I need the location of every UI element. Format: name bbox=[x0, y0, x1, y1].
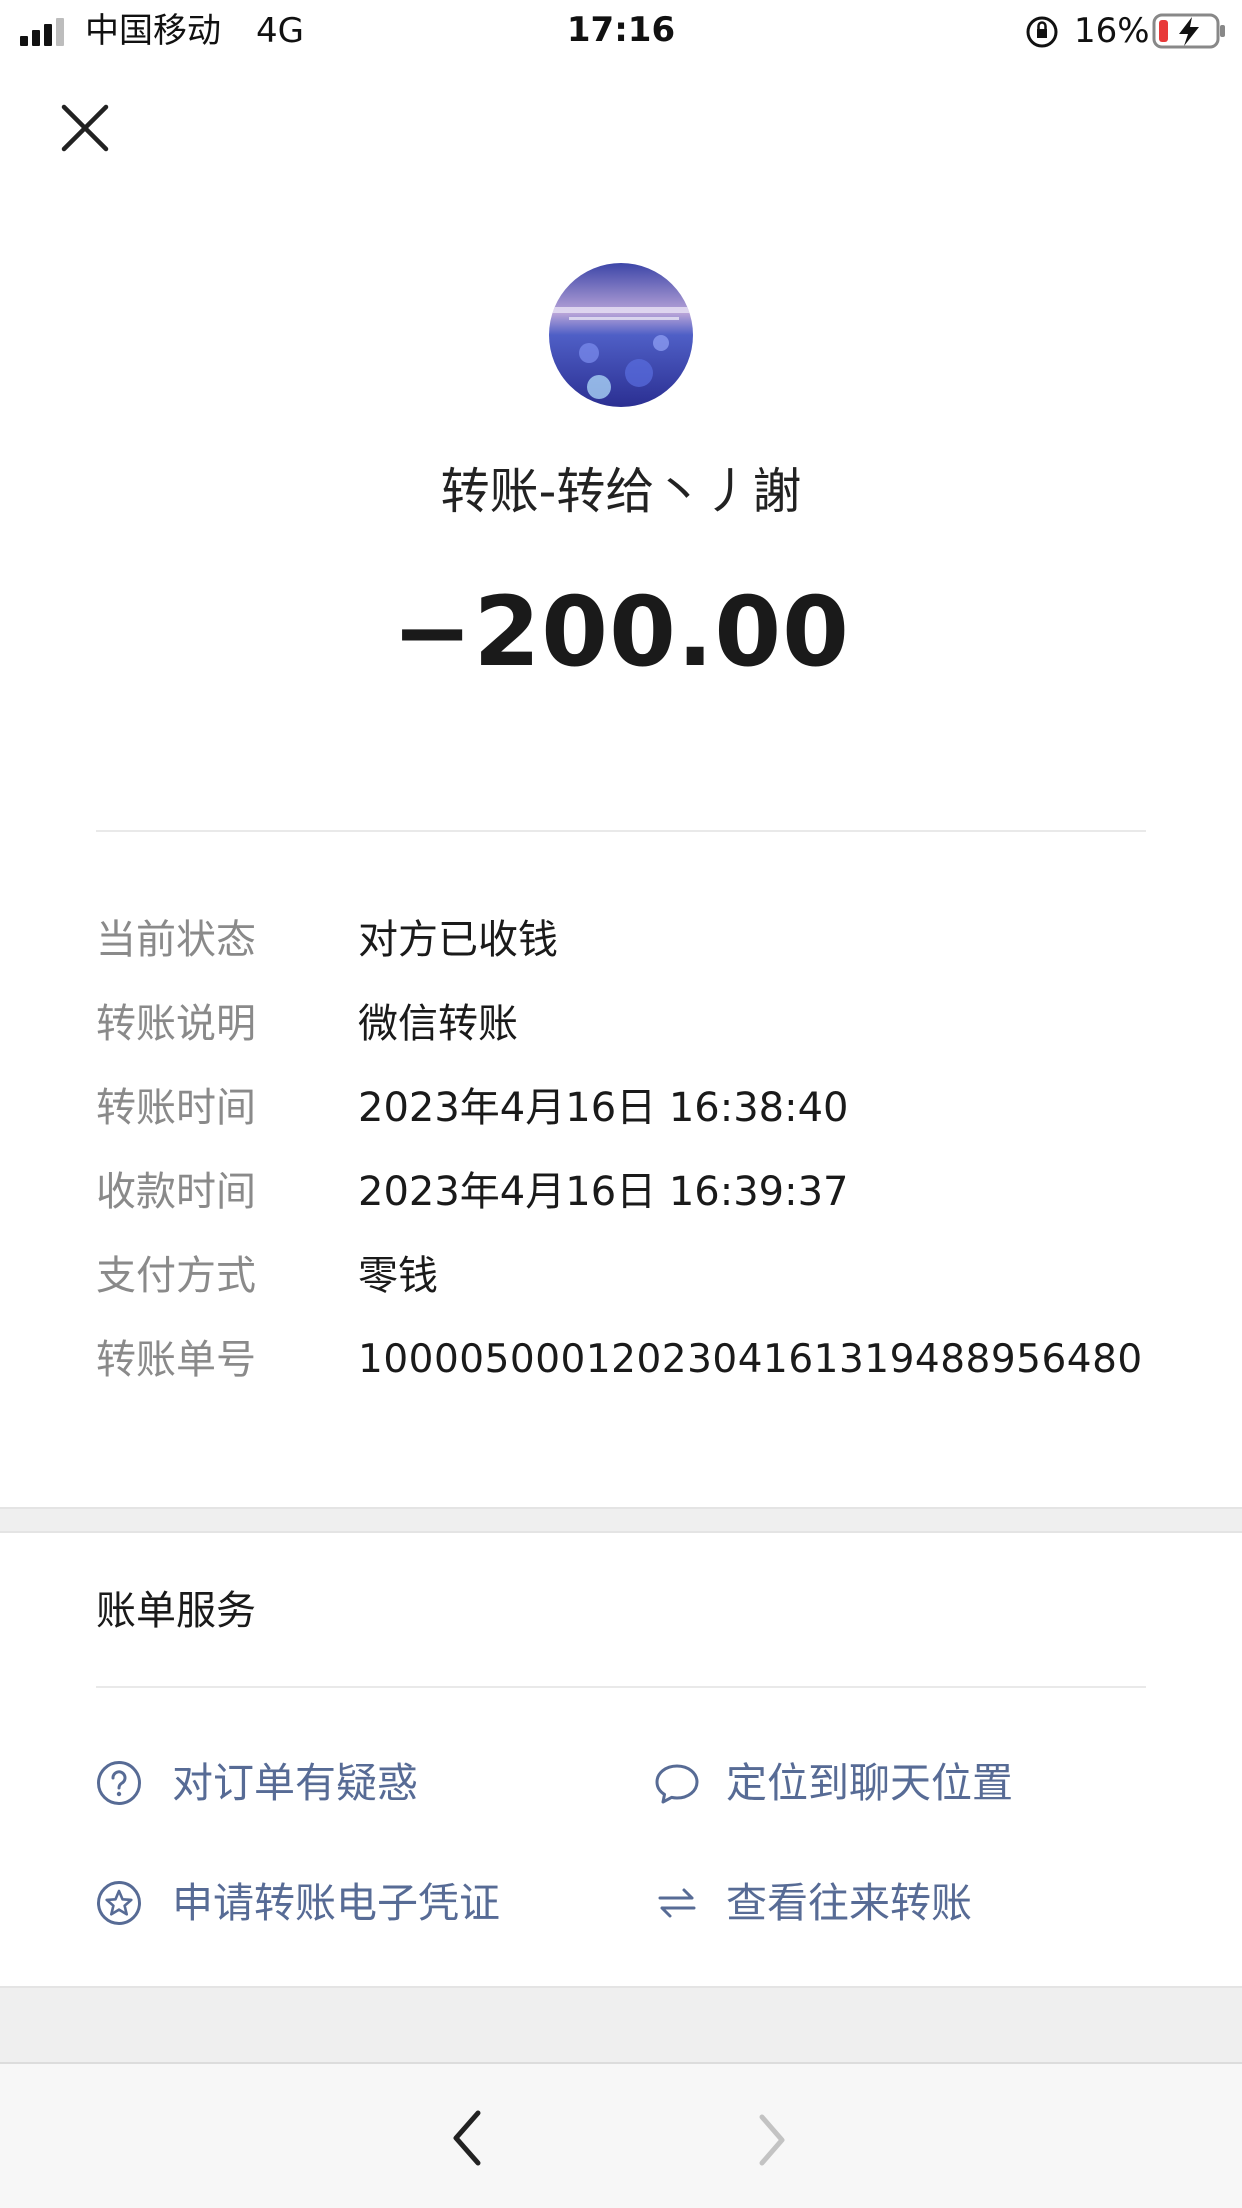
detail-value-order-number: 100005000120230416131948895648​0 bbox=[358, 1337, 1143, 1382]
avatar bbox=[549, 263, 693, 407]
service-label: 对订单有疑惑 bbox=[172, 1759, 418, 1807]
detail-value-status: 对方已收钱 bbox=[358, 917, 558, 963]
service-locate-chat[interactable]: 定位到聊天位置 bbox=[654, 1755, 1174, 1811]
service-request-voucher[interactable]: 申请转账电子凭证 bbox=[96, 1875, 636, 1931]
battery-percentage: 16% bbox=[1074, 11, 1150, 51]
service-label: 申请转账电子凭证 bbox=[172, 1879, 500, 1927]
star-circle-icon bbox=[97, 1881, 141, 1925]
detail-label-order-number: 转账单号 bbox=[96, 1337, 256, 1383]
close-icon[interactable] bbox=[60, 103, 110, 153]
service-label: 定位到聊天位置 bbox=[726, 1759, 1013, 1807]
section-separator bbox=[0, 1507, 1242, 1533]
detail-value-transfer-time: 2023年4月16日 16:38:40 bbox=[358, 1085, 849, 1131]
detail-value-receive-time: 2023年4月16日 16:39:37 bbox=[358, 1169, 849, 1215]
forward-arrow-icon[interactable] bbox=[754, 2112, 790, 2168]
detail-value-payment-method: 零钱 bbox=[358, 1253, 438, 1299]
transfer-amount: −200.00 bbox=[392, 576, 850, 688]
chat-bubble-icon bbox=[655, 1764, 699, 1804]
detail-label-note: 转账说明 bbox=[96, 1001, 256, 1047]
detail-label-status: 当前状态 bbox=[96, 917, 256, 963]
detail-label-receive-time: 收款时间 bbox=[96, 1169, 256, 1215]
back-arrow-icon[interactable] bbox=[448, 2108, 488, 2168]
detail-label-transfer-time: 转账时间 bbox=[96, 1085, 256, 1131]
services-title: 账单服务 bbox=[96, 1588, 256, 1634]
exchange-arrows-icon bbox=[658, 1888, 696, 1918]
service-view-transfers[interactable]: 查看往来转账 bbox=[654, 1875, 1174, 1931]
bottom-spacer bbox=[0, 1986, 1242, 2062]
detail-label-payment-method: 支付方式 bbox=[96, 1253, 256, 1299]
divider bbox=[96, 1686, 1146, 1688]
bottom-toolbar bbox=[0, 2062, 1242, 2208]
detail-value-note: 微信转账 bbox=[358, 1001, 518, 1047]
orientation-lock-icon bbox=[1026, 16, 1058, 48]
question-circle-icon bbox=[97, 1761, 141, 1805]
service-question-order[interactable]: 对订单有疑惑 bbox=[96, 1755, 616, 1811]
service-label: 查看往来转账 bbox=[726, 1879, 972, 1927]
status-bar: 中国移动 4G 17:16 16% bbox=[0, 0, 1242, 62]
transfer-title: 转账-转给丶丿謝 bbox=[440, 463, 802, 520]
battery-charging-icon bbox=[1152, 13, 1225, 49]
divider bbox=[96, 830, 1146, 832]
